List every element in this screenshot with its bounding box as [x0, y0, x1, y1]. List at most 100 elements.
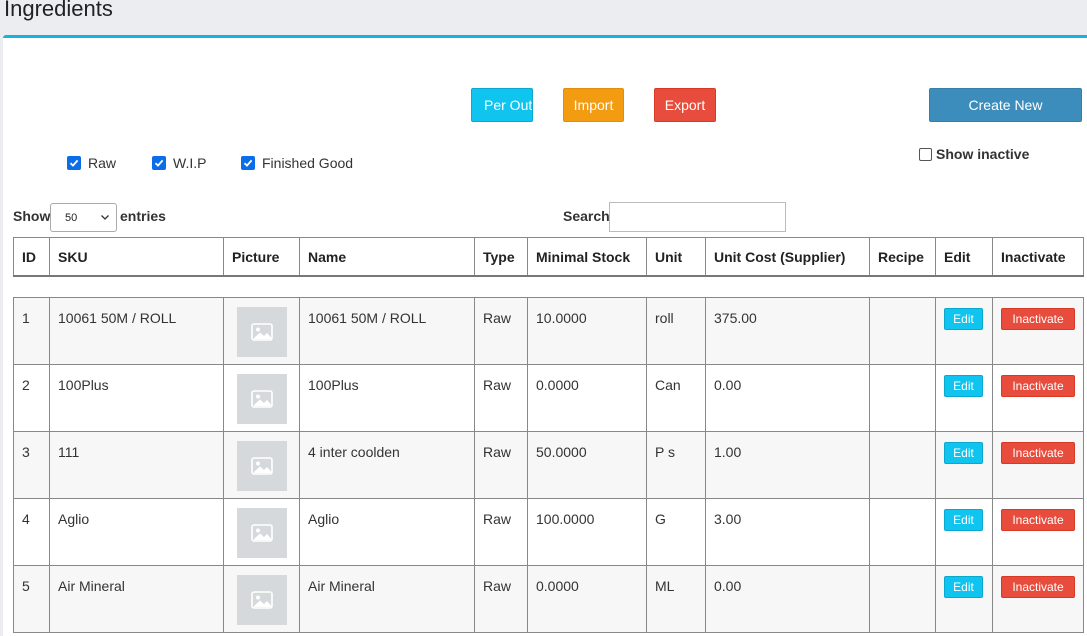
cell-recipe: [869, 498, 936, 566]
import-button[interactable]: Import: [563, 88, 624, 122]
column-header-id[interactable]: ID: [13, 237, 50, 277]
table-row: 3 111 4 inter coolden Raw 50.0000 P s 1.…: [13, 431, 1084, 499]
per-outlet-button[interactable]: Per Outlet: [471, 88, 533, 122]
column-header-unit-cost[interactable]: Unit Cost (Supplier): [705, 237, 870, 277]
column-header-recipe[interactable]: Recipe: [869, 237, 936, 277]
chevron-down-icon: [101, 215, 109, 220]
table-row: 4 Aglio Aglio Raw 100.0000 G 3.00 Edit I…: [13, 498, 1084, 566]
cell-unit-cost: 0.00: [705, 565, 870, 633]
cell-id: 4: [13, 498, 50, 566]
cell-recipe: [869, 565, 936, 633]
inactivate-button[interactable]: Inactivate: [1001, 308, 1075, 330]
cell-inactivate: Inactivate: [992, 364, 1084, 432]
cell-picture: [223, 498, 300, 566]
cell-type: Raw: [474, 364, 528, 432]
cell-picture: [223, 565, 300, 633]
cell-sku: Aglio: [49, 498, 224, 566]
filter-wip-label: W.I.P: [173, 155, 207, 171]
cell-id: 3: [13, 431, 50, 499]
cell-type: Raw: [474, 565, 528, 633]
image-placeholder-icon: [237, 307, 287, 357]
column-header-minimal-stock[interactable]: Minimal Stock: [527, 237, 647, 277]
inactivate-button[interactable]: Inactivate: [1001, 576, 1075, 598]
checkbox-empty-icon[interactable]: [919, 147, 932, 161]
cell-recipe: [869, 431, 936, 499]
cell-edit: Edit: [935, 364, 993, 432]
filter-finished-good-label: Finished Good: [262, 155, 354, 171]
cell-inactivate: Inactivate: [992, 431, 1084, 499]
cell-minimal-stock: 0.0000: [527, 565, 647, 633]
column-header-edit[interactable]: Edit: [935, 237, 993, 277]
edit-button[interactable]: Edit: [944, 576, 983, 598]
image-placeholder-icon: [237, 575, 287, 625]
page-title: Ingredients: [4, 0, 113, 21]
cell-unit: roll: [646, 297, 706, 365]
image-placeholder-icon: [237, 508, 287, 558]
edit-button[interactable]: Edit: [944, 442, 983, 464]
filter-raw-checkbox[interactable]: Raw: [67, 155, 116, 171]
table-spacer-row: [13, 274, 1084, 298]
check-icon[interactable]: [241, 156, 255, 170]
entries-select[interactable]: 50: [50, 203, 117, 232]
cell-edit: Edit: [935, 431, 993, 499]
inactivate-button[interactable]: Inactivate: [1001, 375, 1075, 397]
cell-unit-cost: 375.00: [705, 297, 870, 365]
table-row: 2 100Plus 100Plus Raw 0.0000 Can 0.00 Ed…: [13, 364, 1084, 432]
table-row: 5 Air Mineral Air Mineral Raw 0.0000 ML …: [13, 565, 1084, 633]
cell-unit: P s: [646, 431, 706, 499]
create-new-button[interactable]: Create New: [929, 88, 1082, 122]
column-header-picture[interactable]: Picture: [223, 237, 300, 277]
cell-sku: Air Mineral: [49, 565, 224, 633]
search-input[interactable]: [609, 202, 786, 232]
filter-raw-label: Raw: [88, 155, 117, 171]
table-header-row: ID SKU Picture Name Type Minimal Stock U…: [13, 237, 1084, 277]
edit-button[interactable]: Edit: [944, 375, 983, 397]
cell-unit-cost: 1.00: [705, 431, 870, 499]
cell-name: 100Plus: [299, 364, 475, 432]
export-button[interactable]: Export: [654, 88, 716, 122]
inactivate-button[interactable]: Inactivate: [1001, 442, 1075, 464]
cell-minimal-stock: 100.0000: [527, 498, 647, 566]
check-icon[interactable]: [152, 156, 166, 170]
entries-select-value: 50: [65, 211, 78, 224]
cell-sku: 10061 50M / ROLL: [49, 297, 224, 365]
cell-inactivate: Inactivate: [992, 565, 1084, 633]
cell-type: Raw: [474, 431, 528, 499]
check-icon[interactable]: [67, 156, 81, 170]
cell-sku: 111: [49, 431, 224, 499]
cell-id: 5: [13, 565, 50, 633]
cell-name: Air Mineral: [299, 565, 475, 633]
inactivate-button[interactable]: Inactivate: [1001, 509, 1075, 531]
image-placeholder-icon: [237, 441, 287, 491]
cell-id: 1: [13, 297, 50, 365]
cell-unit-cost: 0.00: [705, 364, 870, 432]
cell-edit: Edit: [935, 565, 993, 633]
cell-edit: Edit: [935, 498, 993, 566]
cell-name: 10061 50M / ROLL: [299, 297, 475, 365]
search-label: Search:: [563, 208, 615, 224]
filter-finished-good-checkbox[interactable]: Finished Good: [241, 155, 353, 171]
cell-type: Raw: [474, 498, 528, 566]
filter-wip-checkbox[interactable]: W.I.P: [152, 155, 206, 171]
edit-button[interactable]: Edit: [944, 308, 983, 330]
image-placeholder-icon: [237, 374, 287, 424]
column-header-sku[interactable]: SKU: [49, 237, 224, 277]
cell-inactivate: Inactivate: [992, 297, 1084, 365]
cell-inactivate: Inactivate: [992, 498, 1084, 566]
cell-minimal-stock: 0.0000: [527, 364, 647, 432]
cell-picture: [223, 297, 300, 365]
column-header-inactivate[interactable]: Inactivate: [992, 237, 1084, 277]
show-inactive-checkbox[interactable]: Show inactive: [919, 146, 1029, 162]
table-row: 1 10061 50M / ROLL 10061 50M / ROLL Raw …: [13, 297, 1084, 365]
cell-name: Aglio: [299, 498, 475, 566]
edit-button[interactable]: Edit: [944, 509, 983, 531]
show-label: Show: [13, 208, 51, 224]
column-header-name[interactable]: Name: [299, 237, 475, 277]
cell-picture: [223, 364, 300, 432]
cell-unit: Can: [646, 364, 706, 432]
cell-id: 2: [13, 364, 50, 432]
column-header-type[interactable]: Type: [474, 237, 528, 277]
cell-recipe: [869, 364, 936, 432]
cell-recipe: [869, 297, 936, 365]
column-header-unit[interactable]: Unit: [646, 237, 706, 277]
